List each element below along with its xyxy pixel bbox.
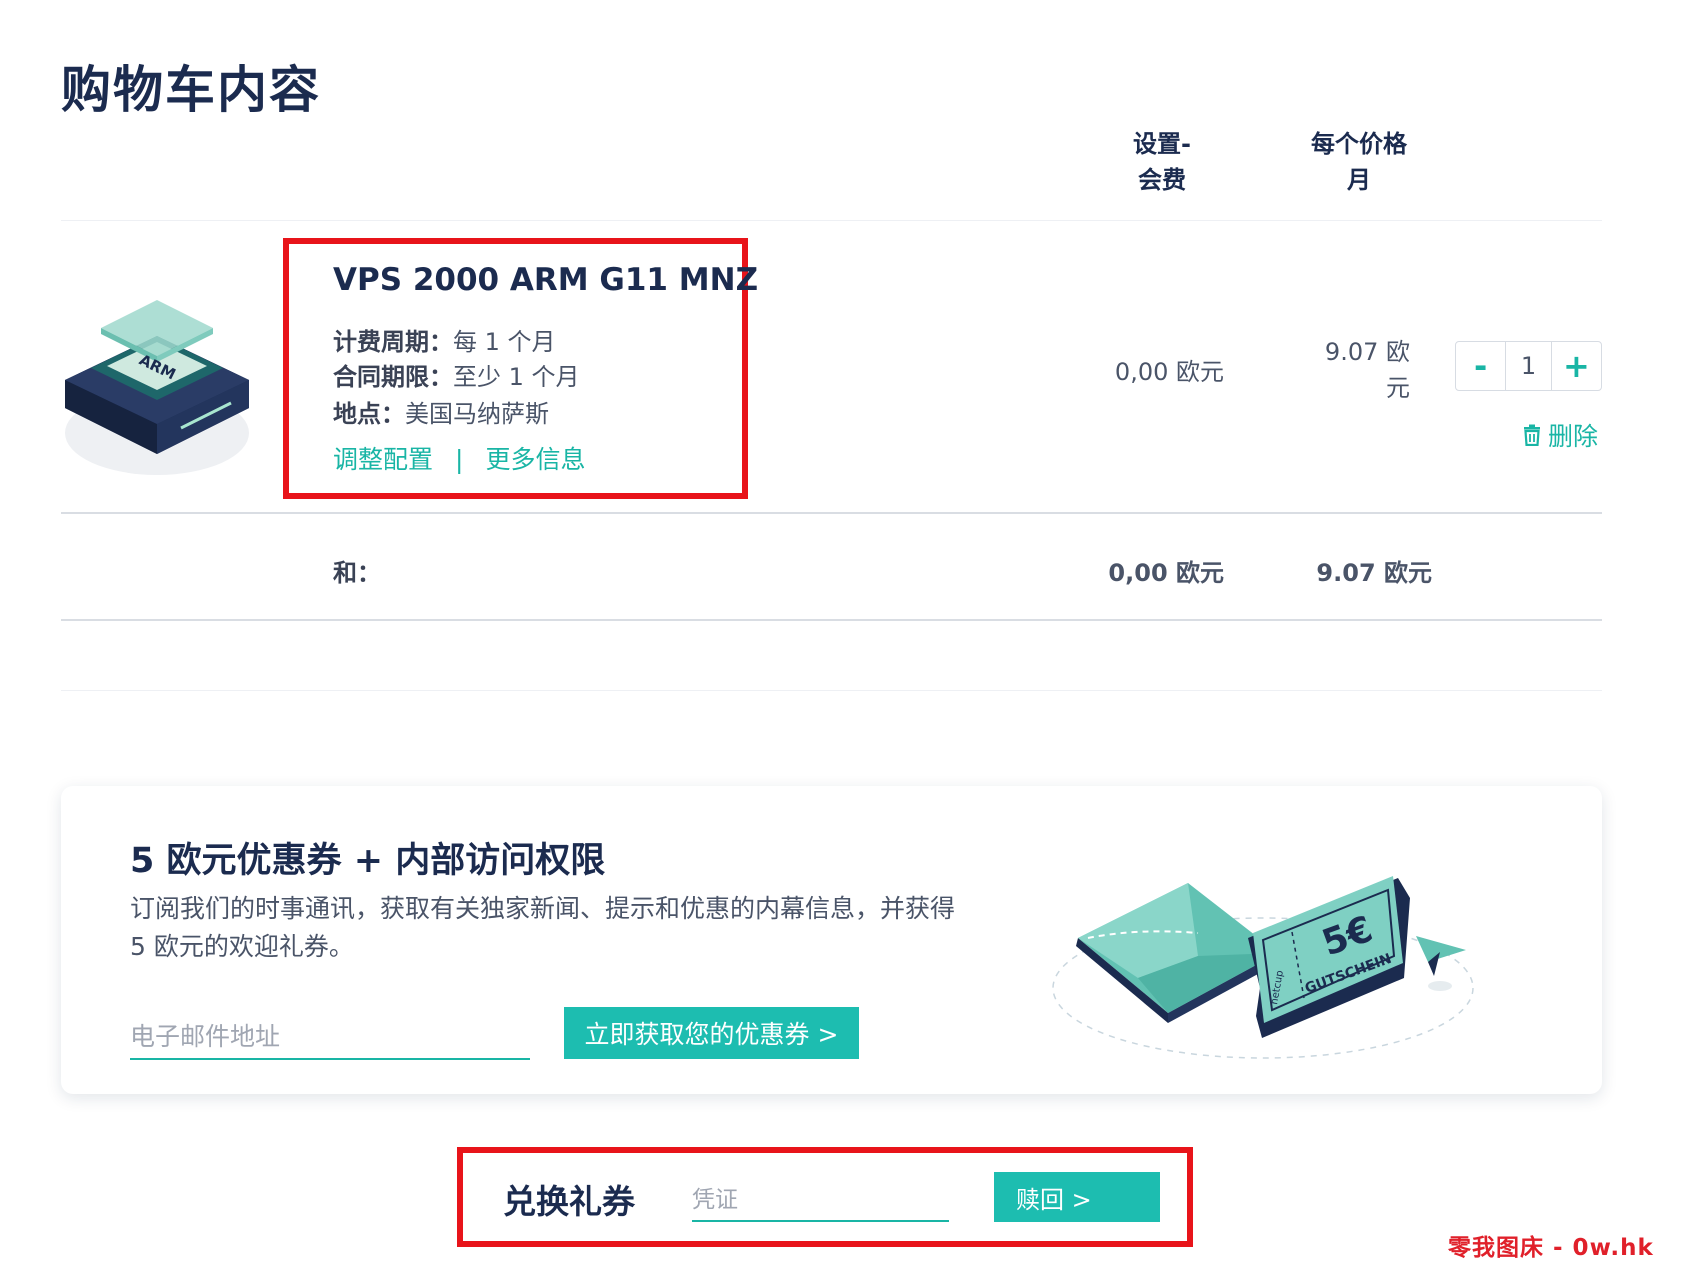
setup-fee-value: 0,00 欧元	[1114, 358, 1224, 386]
setup-header-line1: 设置-	[1133, 130, 1191, 158]
setup-header-line2: 会费	[1138, 166, 1186, 194]
header-divider	[61, 220, 1602, 221]
contract-label: 合同期限：	[333, 363, 453, 391]
location-value: 美国马纳萨斯	[405, 400, 549, 428]
column-header-price: 每个价格 月	[1296, 126, 1422, 198]
summary-label: 和：	[333, 559, 381, 587]
voucher-envelope-illustration: 5€ GUTSCHEIN netcup	[1052, 876, 1474, 1059]
quantity-value[interactable]: 1	[1505, 342, 1552, 390]
email-input[interactable]	[130, 1018, 530, 1060]
quantity-decrease-button[interactable]: -	[1456, 342, 1505, 390]
summary-setup-total: 0,00 欧元	[1108, 559, 1224, 587]
column-header-setup-fee: 设置- 会费	[1112, 126, 1212, 198]
summary-price-total: 9.07 欧元	[1316, 559, 1432, 587]
watermark: 零我图床 - 0w.hk	[1448, 1235, 1654, 1261]
trash-icon	[1524, 424, 1540, 446]
billing-value: 每 1 个月	[453, 328, 556, 356]
location-label: 地点：	[333, 400, 405, 428]
arm-chip-product-image: ARM	[65, 300, 249, 475]
product-name: VPS 2000 ARM G11 MNZ	[333, 262, 759, 298]
monthly-price-value: 9.07 欧 元	[1290, 334, 1410, 406]
price-value-line2: 元	[1386, 374, 1410, 402]
quantity-increase-button[interactable]: +	[1552, 342, 1601, 390]
billing-cycle: 计费周期：每 1 个月	[333, 322, 556, 357]
quantity-stepper: - 1 +	[1455, 341, 1602, 391]
voucher-code-input[interactable]	[692, 1180, 949, 1222]
delete-button[interactable]: 删除	[1522, 417, 1598, 453]
delete-label: 删除	[1548, 422, 1599, 451]
product-divider	[61, 512, 1602, 514]
contract-term: 合同期限：至少 1 个月	[333, 357, 580, 392]
link-separator: |	[455, 445, 464, 474]
location: 地点：美国马纳萨斯	[333, 394, 549, 429]
product-links: 调整配置 | 更多信息	[333, 440, 585, 476]
promo-title: 5 欧元优惠券 + 内部访问权限	[130, 841, 606, 881]
summary-divider	[61, 619, 1602, 621]
contract-value: 至少 1 个月	[453, 363, 580, 391]
price-header-line1: 每个价格	[1311, 130, 1407, 158]
footer-divider	[61, 690, 1602, 691]
redeem-button[interactable]: 赎回 >	[994, 1172, 1160, 1222]
price-value-line1: 9.07 欧	[1324, 338, 1410, 366]
promo-description: 订阅我们的时事通讯，获取有关独家新闻、提示和优惠的内幕信息，并获得 5 欧元的欢…	[130, 894, 956, 961]
billing-label: 计费周期：	[333, 328, 453, 356]
get-voucher-button[interactable]: 立即获取您的优惠券 >	[564, 1007, 859, 1059]
price-header-line2: 月	[1347, 166, 1371, 194]
page-title: 购物车内容	[61, 61, 321, 119]
more-info-link[interactable]: 更多信息	[485, 445, 585, 474]
redeem-voucher-label: 兑换礼券	[503, 1182, 635, 1221]
configure-link[interactable]: 调整配置	[333, 445, 433, 474]
